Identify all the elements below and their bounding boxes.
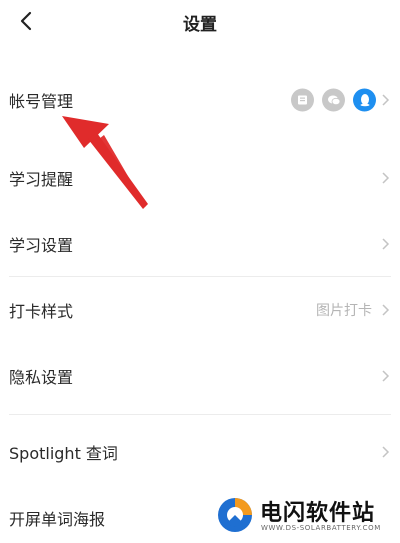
section-divider: [9, 276, 391, 277]
settings-row-privacy[interactable]: 隐私设置: [0, 348, 400, 404]
settings-row-label: 帐号管理: [9, 92, 74, 111]
settings-row-account-management[interactable]: 帐号管理: [0, 72, 400, 128]
settings-row-study-settings[interactable]: 学习设置: [0, 216, 400, 272]
watermark: 电闪软件站 WWW.DS-SOLARBATTERY.COM: [200, 490, 400, 543]
settings-row-value: 图片打卡: [316, 303, 372, 319]
chevron-right-icon: [382, 446, 390, 458]
book-icon: [291, 88, 314, 112]
qq-penguin-icon: [353, 88, 376, 112]
section-divider: [9, 414, 391, 415]
settings-row-label: 开屏单词海报: [9, 510, 106, 529]
page-title: 设置: [183, 15, 217, 35]
chat-bubble-icon: [322, 88, 345, 112]
settings-row-label: 隐私设置: [9, 368, 74, 387]
chevron-right-icon: [382, 304, 390, 316]
navigation-bar: 设置: [0, 0, 400, 46]
settings-row-study-reminder[interactable]: 学习提醒: [0, 150, 400, 206]
chevron-right-icon: [382, 238, 390, 250]
linked-accounts: [291, 88, 376, 112]
chevron-right-icon: [382, 172, 390, 184]
settings-row-checkin-style[interactable]: 打卡样式 图片打卡: [0, 282, 400, 338]
watermark-url: WWW.DS-SOLARBATTERY.COM: [261, 524, 381, 532]
settings-row-label: 学习设置: [9, 236, 74, 255]
site-logo-icon: [218, 498, 252, 532]
settings-row-label: Spotlight 查词: [9, 444, 118, 463]
settings-row-label: 打卡样式: [9, 302, 74, 321]
chevron-right-icon: [382, 94, 390, 106]
chevron-right-icon: [382, 370, 390, 382]
watermark-name: 电闪软件站: [260, 501, 376, 526]
settings-row-spotlight-lookup[interactable]: Spotlight 查词: [0, 424, 400, 480]
settings-row-label: 学习提醒: [9, 170, 74, 189]
